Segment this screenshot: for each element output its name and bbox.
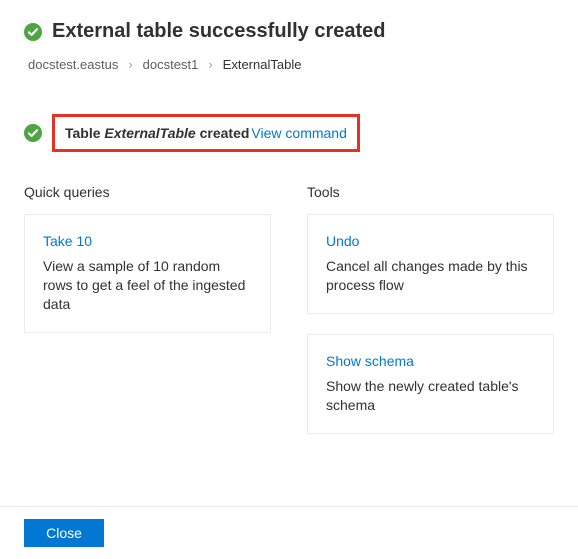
- chevron-right-icon: ›: [128, 57, 132, 72]
- quick-queries-heading: Quick queries: [24, 184, 271, 200]
- page-header: External table successfully created: [24, 20, 554, 43]
- card-title[interactable]: Take 10: [43, 233, 252, 249]
- tools-column: Tools Undo Cancel all changes made by th…: [307, 184, 554, 454]
- chevron-right-icon: ›: [208, 57, 212, 72]
- card-title[interactable]: Show schema: [326, 353, 535, 369]
- status-row: Table ExternalTable created View command: [24, 114, 554, 152]
- close-button[interactable]: Close: [24, 519, 104, 547]
- card-desc: View a sample of 10 random rows to get a…: [43, 257, 252, 314]
- footer: Close: [0, 506, 578, 559]
- card-take-10[interactable]: Take 10 View a sample of 10 random rows …: [24, 214, 271, 333]
- view-command-link[interactable]: View command: [251, 125, 346, 141]
- view-command-highlight: Table ExternalTable created View command: [52, 114, 360, 152]
- card-desc: Cancel all changes made by this process …: [326, 257, 535, 295]
- breadcrumb: docstest.eastus › docstest1 › ExternalTa…: [28, 57, 554, 72]
- status-text: Table ExternalTable created: [65, 125, 249, 141]
- breadcrumb-item[interactable]: docstest1: [143, 57, 199, 72]
- success-check-icon: [24, 23, 42, 41]
- quick-queries-column: Quick queries Take 10 View a sample of 1…: [24, 184, 271, 454]
- card-title[interactable]: Undo: [326, 233, 535, 249]
- card-show-schema[interactable]: Show schema Show the newly created table…: [307, 334, 554, 434]
- card-undo[interactable]: Undo Cancel all changes made by this pro…: [307, 214, 554, 314]
- page-title: External table successfully created: [52, 20, 386, 43]
- success-check-icon: [24, 124, 42, 142]
- breadcrumb-item[interactable]: docstest.eastus: [28, 57, 118, 72]
- breadcrumb-item-current: ExternalTable: [223, 57, 302, 72]
- card-desc: Show the newly created table's schema: [326, 377, 535, 415]
- table-name: ExternalTable: [104, 125, 195, 141]
- tools-heading: Tools: [307, 184, 554, 200]
